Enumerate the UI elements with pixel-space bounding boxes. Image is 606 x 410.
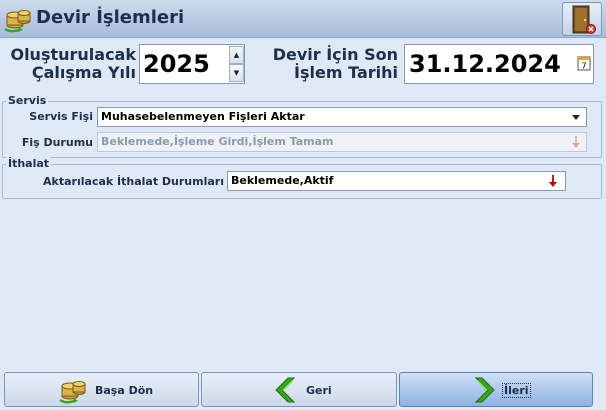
- coins-refresh-icon: [3, 5, 33, 33]
- coins-refresh-icon: [59, 381, 86, 404]
- ithalat-group-title: İthalat: [6, 157, 52, 170]
- date-value: 31.12.2024: [409, 50, 561, 78]
- fis-durumu-value: Beklemede,İşleme Girdi,İşlem Tamam: [101, 135, 334, 148]
- year-value: 2025: [143, 50, 210, 78]
- geri-label: Geri: [306, 384, 332, 397]
- basa-don-button[interactable]: Başa Dön: [4, 372, 199, 407]
- basa-don-label: Başa Dön: [95, 384, 154, 397]
- servis-group-title: Servis: [6, 94, 49, 107]
- chevron-down-icon: [572, 115, 580, 120]
- ileri-label: İleri: [502, 383, 531, 398]
- year-label-line1: Oluşturulacak: [10, 45, 136, 64]
- exit-door-icon: [572, 5, 596, 34]
- ileri-button[interactable]: İleri: [399, 372, 593, 407]
- date-label-line2: İşlem Tarihi: [294, 63, 398, 82]
- year-decrement-button[interactable]: ▼: [229, 64, 244, 82]
- svg-text:7: 7: [581, 62, 586, 71]
- arrow-left-icon: [275, 377, 296, 403]
- servis-fisi-select[interactable]: Muhasebelenmeyen Fişleri Aktar: [97, 107, 587, 127]
- date-label-line1: Devir İçin Son: [272, 45, 398, 64]
- exit-button[interactable]: [562, 2, 602, 36]
- fis-durumu-select: Beklemede,İşleme Girdi,İşlem Tamam: [97, 132, 587, 152]
- window-title: Devir İşlemleri: [36, 7, 185, 28]
- year-label: Oluşturulacak Çalışma Yılı: [8, 46, 136, 82]
- arrow-down-icon[interactable]: [548, 174, 558, 194]
- aktarilacak-ithalat-value: Beklemede,Aktif: [231, 174, 334, 187]
- fis-durumu-label: Fiş Durumu: [21, 136, 93, 149]
- year-input[interactable]: 2025 ▲ ▼: [139, 44, 245, 84]
- year-increment-button[interactable]: ▲: [229, 46, 244, 64]
- calendar-icon[interactable]: 7: [577, 55, 591, 75]
- year-label-line2: Çalışma Yılı: [31, 63, 136, 82]
- aktarilacak-ithalat-label: Aktarılacak İthalat Durumları: [43, 175, 224, 188]
- servis-fisi-label: Servis Fişi: [29, 110, 93, 123]
- arrow-right-icon: [474, 377, 495, 403]
- arrow-down-icon: [571, 135, 581, 155]
- servis-fisi-value: Muhasebelenmeyen Fişleri Aktar: [101, 110, 305, 123]
- aktarilacak-ithalat-select[interactable]: Beklemede,Aktif: [227, 171, 566, 191]
- date-label: Devir İçin Son İşlem Tarihi: [262, 46, 398, 82]
- date-input[interactable]: 31.12.2024 7: [404, 44, 594, 84]
- title-bar: Devir İşlemleri: [0, 0, 606, 38]
- geri-button[interactable]: Geri: [201, 372, 397, 407]
